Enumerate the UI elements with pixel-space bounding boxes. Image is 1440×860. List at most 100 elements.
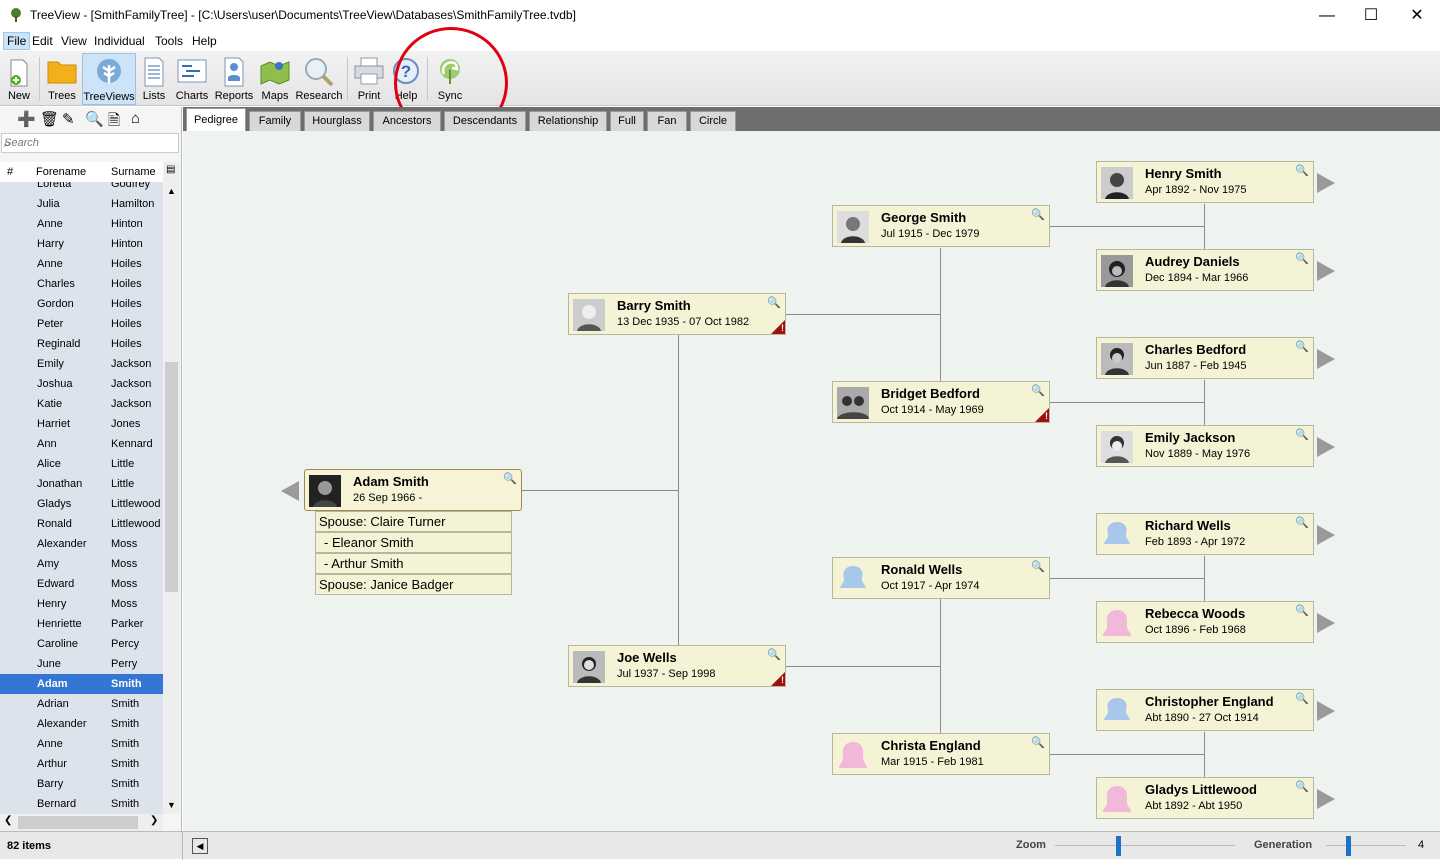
list-item[interactable]: Julia Hamilton [0,194,163,214]
person-card-christopher-england[interactable]: Christopher England Abt 1890 - 27 Oct 19… [1096,689,1314,731]
pdf-document-icon[interactable]: 🗎 [108,110,120,135]
print-button[interactable]: Print [351,53,387,105]
charts-button[interactable]: Charts [173,53,211,105]
family-row-child[interactable]: - Arthur Smith [315,553,512,574]
list-item[interactable]: Alexander Smith [0,714,163,734]
person-card-christa-england[interactable]: Christa England Mar 1915 - Feb 1981 🔍 [832,733,1050,775]
list-item[interactable]: Gladys Littlewood [0,494,163,514]
reports-button[interactable]: Reports [212,53,256,105]
minimize-button[interactable]: — [1304,0,1350,31]
list-item[interactable]: Anne Hinton [0,214,163,234]
collapse-panel-icon[interactable]: ◀ [192,838,208,854]
list-item[interactable]: Katie Jackson [0,394,163,414]
menu-individual[interactable]: Individual [91,33,148,49]
search-icon[interactable]: 🔍 [85,110,104,128]
tab-ancestors[interactable]: Ancestors [373,111,441,131]
list-item[interactable]: Henry Moss [0,594,163,614]
list-item[interactable]: Edward Moss [0,574,163,594]
list-item[interactable]: Anne Hoiles [0,254,163,274]
magnifier-icon[interactable]: 🔍 [1295,164,1309,177]
search-input[interactable]: Search ⌕ [1,133,179,153]
list-item[interactable]: Ronald Littlewood [0,514,163,534]
expand-right-arrow-icon[interactable] [1317,173,1335,193]
lists-button[interactable]: Lists [139,53,169,105]
delete-icon[interactable]: 🗑 [40,110,59,128]
magnifier-icon[interactable]: 🔍 [767,296,781,309]
menu-file[interactable]: File [3,32,31,50]
list-vertical-scrollbar[interactable]: ▤ ▲ ▼ [163,162,180,814]
list-horizontal-scrollbar[interactable]: ❮ ❯ [0,814,163,831]
tab-relationship[interactable]: Relationship [529,111,607,131]
person-card-ronald-wells[interactable]: Ronald Wells Oct 1917 - Apr 1974 🔍 [832,557,1050,599]
magnifier-icon[interactable]: 🔍 [1295,604,1309,617]
person-card-adam-smith[interactable]: Adam Smith 26 Sep 1966 - 🔍 [304,469,522,511]
tab-hourglass[interactable]: Hourglass [304,111,370,131]
close-button[interactable]: ✕ [1394,0,1440,31]
list-item[interactable]: Charles Hoiles [0,274,163,294]
list-item[interactable]: Adrian Smith [0,694,163,714]
scroll-left-icon[interactable]: ❮ [4,815,12,826]
tab-family[interactable]: Family [249,111,301,131]
magnifier-icon[interactable]: 🔍 [1295,428,1309,441]
trees-button[interactable]: Trees [44,53,80,105]
list-item[interactable]: Bernard Smith [0,794,163,814]
family-row-spouse[interactable]: Spouse: Janice Badger [315,574,512,595]
family-row-child[interactable]: - Eleanor Smith [315,532,512,553]
zoom-slider[interactable] [1055,836,1235,856]
person-card-richard-wells[interactable]: Richard Wells Feb 1893 - Apr 1972 🔍 [1096,513,1314,555]
expand-right-arrow-icon[interactable] [1317,701,1335,721]
list-item[interactable]: Loretta Godfrey [0,182,163,194]
menu-help[interactable]: Help [189,33,220,49]
expand-right-arrow-icon[interactable] [1317,349,1335,369]
list-item[interactable]: Alexander Moss [0,534,163,554]
scroll-down-icon[interactable]: ▼ [167,800,176,810]
zoom-slider-thumb[interactable] [1116,836,1122,856]
expand-right-arrow-icon[interactable] [1317,525,1335,545]
sync-button[interactable]: Sync [432,53,468,105]
edit-pencil-icon[interactable]: ✎ [62,110,75,128]
list-item[interactable]: Harriet Jones [0,414,163,434]
magnifier-icon[interactable]: 🔍 [1031,736,1045,749]
home-icon[interactable]: ⌂ [131,110,140,127]
treeviews-button[interactable]: TreeViews [82,53,136,105]
magnifier-icon[interactable]: 🔍 [1031,208,1045,221]
tab-descendants[interactable]: Descendants [444,111,526,131]
menu-edit[interactable]: Edit [29,33,56,49]
person-card-barry-smith[interactable]: Barry Smith 13 Dec 1935 - 07 Oct 1982 🔍 … [568,293,786,335]
magnifier-icon[interactable]: 🔍 [1031,384,1045,397]
column-number[interactable]: # [7,166,13,178]
research-button[interactable]: Research [294,53,344,105]
list-item[interactable]: Barry Smith [0,774,163,794]
person-card-george-smith[interactable]: George Smith Jul 1915 - Dec 1979 🔍 [832,205,1050,247]
menu-view[interactable]: View [58,33,90,49]
person-card-charles-bedford[interactable]: Charles Bedford Jun 1887 - Feb 1945 🔍 [1096,337,1314,379]
list-item[interactable]: Emily Jackson [0,354,163,374]
maps-button[interactable]: Maps [258,53,292,105]
magnifier-icon[interactable]: 🔍 [1295,340,1309,353]
list-item[interactable]: Reginald Hoiles [0,334,163,354]
person-card-henry-smith[interactable]: Henry Smith Apr 1892 - Nov 1975 🔍 [1096,161,1314,203]
column-surname[interactable]: Surname [111,166,156,178]
column-forename[interactable]: Forename [36,166,86,178]
tab-full[interactable]: Full [610,111,644,131]
scroll-up-icon[interactable]: ▲ [167,186,176,196]
tab-pedigree[interactable]: Pedigree [186,108,246,131]
expand-right-arrow-icon[interactable] [1317,613,1335,633]
magnifier-icon[interactable]: 🔍 [1295,516,1309,529]
list-item[interactable]: Peter Hoiles [0,314,163,334]
list-item[interactable]: Joshua Jackson [0,374,163,394]
list-item[interactable]: Arthur Smith [0,754,163,774]
magnifier-icon[interactable]: 🔍 [1295,692,1309,705]
person-card-gladys-littlewood[interactable]: Gladys Littlewood Abt 1892 - Abt 1950 🔍 [1096,777,1314,819]
expand-right-arrow-icon[interactable] [1317,789,1335,809]
scroll-thumb[interactable] [165,362,178,592]
tab-fan[interactable]: Fan [647,111,687,131]
generation-slider[interactable] [1326,836,1406,856]
list-item[interactable]: Anne Smith [0,734,163,754]
new-button[interactable]: New [3,53,35,105]
hscroll-thumb[interactable] [18,816,138,829]
list-item[interactable]: Ann Kennard [0,434,163,454]
list-item[interactable]: Adam Smith [0,674,163,694]
person-card-emily-jackson[interactable]: Emily Jackson Nov 1889 - May 1976 🔍 [1096,425,1314,467]
list-item[interactable]: Amy Moss [0,554,163,574]
